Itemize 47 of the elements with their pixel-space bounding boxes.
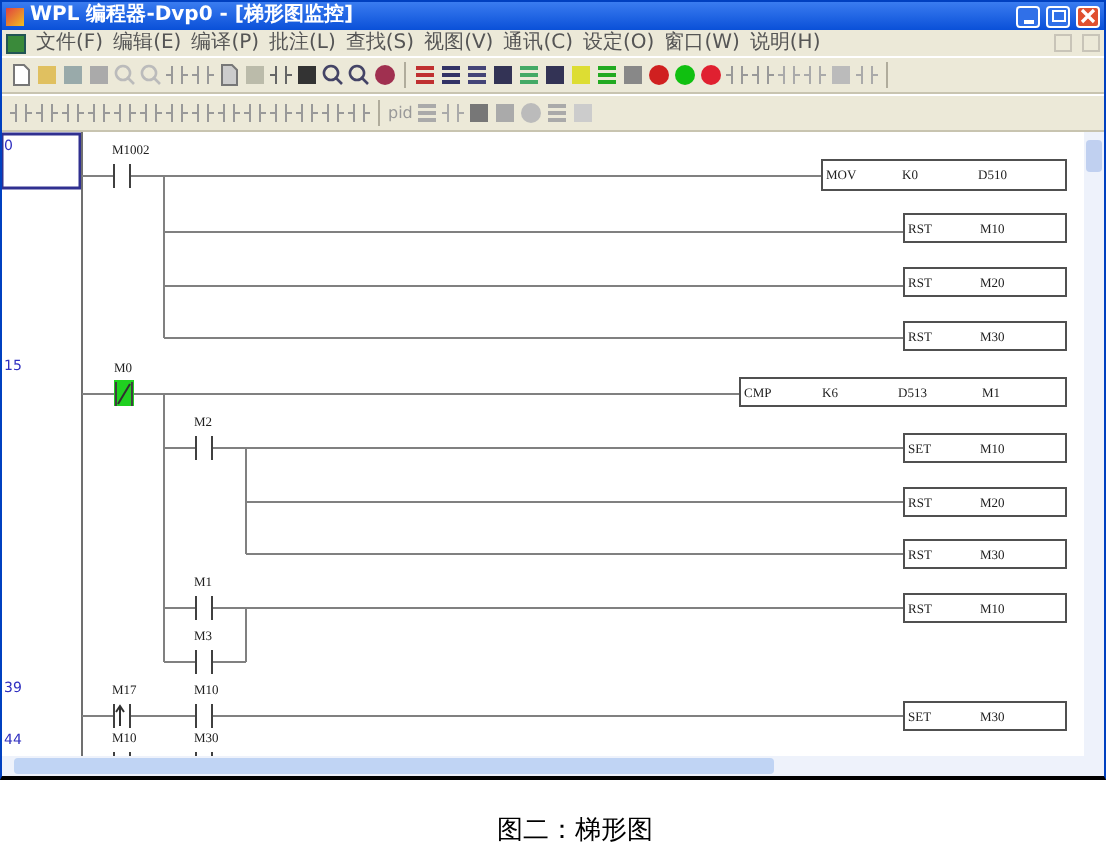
menu-item[interactable]: 批注(L) bbox=[269, 31, 336, 55]
window-title: WPL 编程器-Dvp0 - [梯形图监控] bbox=[30, 4, 354, 28]
restore-button[interactable] bbox=[1046, 5, 1070, 27]
square-icon[interactable] bbox=[468, 102, 491, 124]
circle-icon[interactable] bbox=[520, 102, 543, 124]
menu-item[interactable]: 通讯(C) bbox=[503, 31, 574, 55]
contact-icon[interactable] bbox=[218, 102, 240, 124]
menu-item[interactable]: 说明(H) bbox=[749, 31, 821, 55]
vertical-scrollbar[interactable] bbox=[1084, 132, 1104, 756]
contact-icon[interactable] bbox=[140, 102, 162, 124]
wire-line bbox=[81, 715, 115, 717]
menu-item[interactable]: 编译(P) bbox=[191, 31, 260, 55]
contact-icon[interactable] bbox=[166, 102, 188, 124]
contact-icon[interactable] bbox=[244, 102, 266, 124]
wire-line bbox=[129, 715, 197, 717]
menu-item[interactable]: 查找(S) bbox=[345, 31, 415, 55]
contact-icon[interactable] bbox=[322, 102, 344, 124]
menu-item[interactable]: 编辑(E) bbox=[113, 31, 182, 55]
wire-line bbox=[81, 175, 115, 177]
contact-icon[interactable] bbox=[348, 102, 370, 124]
copy-icon[interactable] bbox=[218, 64, 240, 86]
contact-icon[interactable] bbox=[88, 102, 110, 124]
figure-caption: 图二：梯形图 bbox=[495, 814, 653, 848]
minimize-button[interactable] bbox=[1016, 5, 1040, 27]
list-icon[interactable] bbox=[440, 64, 462, 86]
new-file-icon[interactable] bbox=[10, 64, 32, 86]
app-icon bbox=[6, 7, 24, 25]
zoom-out-icon[interactable] bbox=[348, 64, 370, 86]
mdi-restore-icon[interactable] bbox=[1082, 34, 1100, 52]
menu-item[interactable]: 视图(V) bbox=[424, 31, 494, 55]
wire-line bbox=[81, 393, 117, 395]
contact-icon[interactable] bbox=[10, 102, 32, 124]
contact-icon[interactable] bbox=[36, 102, 58, 124]
horizontal-scrollbar[interactable] bbox=[2, 756, 1104, 776]
contact-icon[interactable] bbox=[114, 102, 136, 124]
contact-icon[interactable] bbox=[62, 102, 84, 124]
cursor-frame bbox=[2, 132, 82, 190]
contact-icon[interactable] bbox=[192, 102, 214, 124]
contact-icon[interactable] bbox=[296, 102, 318, 124]
close-button[interactable] bbox=[1076, 5, 1100, 27]
contact-icon[interactable] bbox=[270, 102, 292, 124]
menu-item[interactable]: 窗口(W) bbox=[664, 31, 740, 55]
mdi-minimize-icon[interactable] bbox=[1054, 34, 1072, 52]
zoom-in-icon[interactable] bbox=[322, 64, 344, 86]
menu-item[interactable]: 文件(F) bbox=[36, 31, 104, 55]
disc-icon[interactable] bbox=[374, 64, 396, 86]
menu-item[interactable]: 设定(O) bbox=[583, 31, 655, 55]
